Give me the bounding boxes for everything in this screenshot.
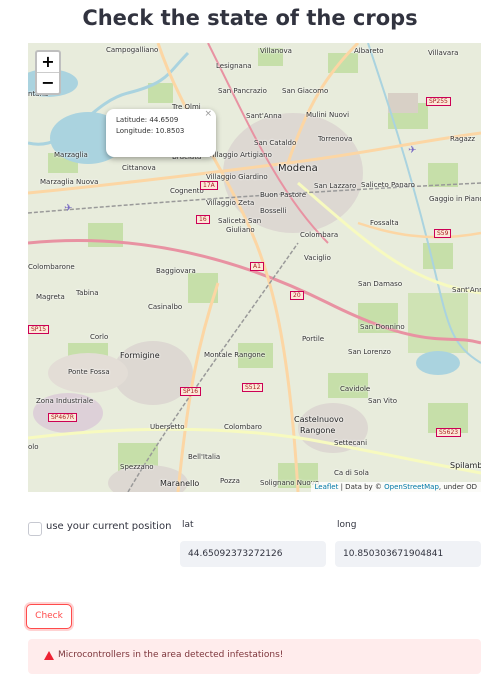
long-label: long [337, 520, 357, 530]
map-label-colombara: Colombara [300, 231, 339, 239]
attribution-under: , under OD [438, 483, 477, 491]
shield-17a: 17A [200, 181, 218, 190]
map-label-cavidole: Cavidole [340, 385, 371, 393]
map-label-settecani: Settecani [334, 439, 368, 447]
attribution-data-by: | Data by © [340, 483, 382, 491]
map-label-saliceta-san: Saliceta San [218, 217, 262, 225]
warning-icon [44, 651, 54, 660]
shield-16: 16 [196, 215, 210, 224]
map-label-zona-industriale: Zona Industriale [36, 397, 94, 405]
shield-a1: A1 [250, 262, 264, 271]
shield-20: 20 [290, 291, 304, 300]
long-input[interactable]: 10.850303671904841 [335, 541, 481, 567]
map-label-baggiovara: Baggiovara [156, 267, 196, 275]
map-label-ponte-fossa: Ponte Fossa [68, 368, 110, 376]
map-attribution: Leaflet | Data by © OpenStreetMap, under… [310, 482, 481, 492]
svg-text:✈: ✈ [408, 145, 416, 156]
map-label-rangone: Rangone [300, 426, 336, 435]
popup-latitude: Latitude: 44.6509 [116, 116, 179, 124]
map-label-san-cataldo: San Cataldo [254, 139, 297, 147]
map-label-san-lazzaro: San Lazzaro [314, 182, 357, 190]
popup-close-icon[interactable]: × [204, 109, 212, 120]
lat-input[interactable]: 44.65092373272126 [180, 541, 326, 567]
map-label-marzaglia-nuova: Marzaglia Nuova [40, 178, 99, 186]
map-label-albareto: Albareto [354, 47, 384, 55]
use-current-position-label: use your current position [46, 521, 172, 532]
coordinates-popup: × Latitude: 44.6509 Longitude: 10.8503 [106, 109, 216, 157]
map-label-san-donnino: San Donnino [360, 323, 405, 331]
map-label-sant-anna-east: Sant'Anna [452, 286, 481, 294]
map-label-san-damaso: San Damaso [358, 280, 403, 288]
shield-sp255: SP255 [426, 97, 451, 106]
map[interactable]: ✈ ✈ Campogalliano Villanova Albareto Vil… [28, 43, 481, 492]
map-label-santanna: Sant'Anna [246, 112, 282, 120]
lat-label: lat [182, 520, 194, 530]
map-label-bosselli: Bosselli [260, 207, 287, 215]
zoom-in-button[interactable]: + [37, 52, 59, 73]
map-label-vaciglio: Vaciglio [304, 254, 331, 262]
map-label-cognento: Cognento [170, 187, 204, 195]
map-label-villaggio-zeta: Villaggio Zeta [206, 199, 255, 207]
shield-s59: S59 [434, 229, 452, 238]
shield-sp16: SP16 [180, 387, 202, 396]
map-label-ubersetto: Ubersetto [150, 423, 185, 431]
map-label-portile: Portile [302, 335, 325, 343]
map-label-olo: olo [28, 443, 39, 451]
svg-text:✈: ✈ [64, 203, 72, 214]
map-label-san-lorenzo: San Lorenzo [348, 348, 391, 356]
shield-s5623: S5623 [436, 428, 462, 437]
page-title: Check the state of the crops [82, 6, 418, 30]
map-label-san-vito: San Vito [368, 397, 398, 405]
map-label-maranello: Maranello [160, 479, 200, 488]
map-label-giuliano: Giuliano [226, 226, 255, 234]
check-button[interactable]: Check [26, 604, 72, 629]
map-label-magreta: Magreta [36, 293, 65, 301]
leaflet-link[interactable]: Leaflet [315, 483, 339, 491]
map-label-gaggio-in-piano: Gaggio in Piano [429, 195, 481, 203]
map-label-fossalta: Fossalta [370, 219, 399, 227]
map-label-cittanova: Cittanova [122, 164, 156, 172]
map-label-lesignana: Lesignana [216, 62, 252, 70]
map-label-torrenova: Torrenova [318, 135, 353, 143]
map-label-villaggio-artigiano: Villaggio Artigiano [208, 151, 272, 159]
shield-s512: S512 [242, 383, 264, 392]
map-label-villaggio-giardino: Villaggio Giardino [206, 173, 268, 181]
map-label-colombaro: Colombaro [224, 423, 262, 431]
map-label-villavara: Villavara [428, 49, 459, 57]
map-label-montale-rangone: Montale Rangone [204, 351, 266, 359]
map-label-colombarone: Colombarone [28, 263, 75, 271]
map-label-marzaglia: Marzaglia [54, 151, 88, 159]
map-label-casinalbo: Casinalbo [148, 303, 183, 311]
alert-message: Microcontrollers in the area detected in… [58, 650, 284, 660]
use-current-position-checkbox[interactable] [28, 522, 42, 536]
map-label-pozza: Pozza [220, 477, 240, 485]
map-label-buon-pastore: Buon Pastore [260, 191, 307, 199]
map-label-san-giacomo: San Giacomo [282, 87, 329, 95]
infestation-alert: Microcontrollers in the area detected in… [28, 639, 481, 674]
map-label-campogalliano: Campogalliano [106, 46, 159, 54]
map-label-saliceto-panaro: Saliceto Panaro [361, 181, 415, 189]
shield-sp15: SP15 [28, 325, 50, 334]
popup-longitude: Longitude: 10.8503 [116, 127, 185, 135]
map-label-spilamb: Spilamb [450, 461, 481, 470]
map-label-castelnuovo: Castelnuovo [294, 415, 344, 424]
map-label-ragazz: Ragazz [450, 135, 476, 143]
map-label-mulini-nuovi: Mulini Nuovi [306, 111, 350, 119]
popup-tip [146, 145, 160, 152]
map-label-ca-di-sola: Ca di Sola [334, 469, 369, 477]
zoom-out-button[interactable]: − [37, 73, 59, 93]
map-label-villanova: Villanova [260, 47, 292, 55]
shield-sp467r: SP467R [48, 413, 78, 422]
zoom-control: + − [35, 50, 61, 95]
map-label-tabina: Tabina [76, 289, 99, 297]
map-label-modena: Modena [278, 163, 318, 174]
map-label-corlo: Corlo [90, 333, 109, 341]
map-label-spezzano: Spezzano [120, 463, 154, 471]
map-label-bellitalia: Bell'Italia [188, 453, 221, 461]
map-label-san-pancrazio: San Pancrazio [218, 87, 267, 95]
map-label-formigine: Formigine [120, 351, 160, 360]
osm-link[interactable]: OpenStreetMap [384, 483, 439, 491]
